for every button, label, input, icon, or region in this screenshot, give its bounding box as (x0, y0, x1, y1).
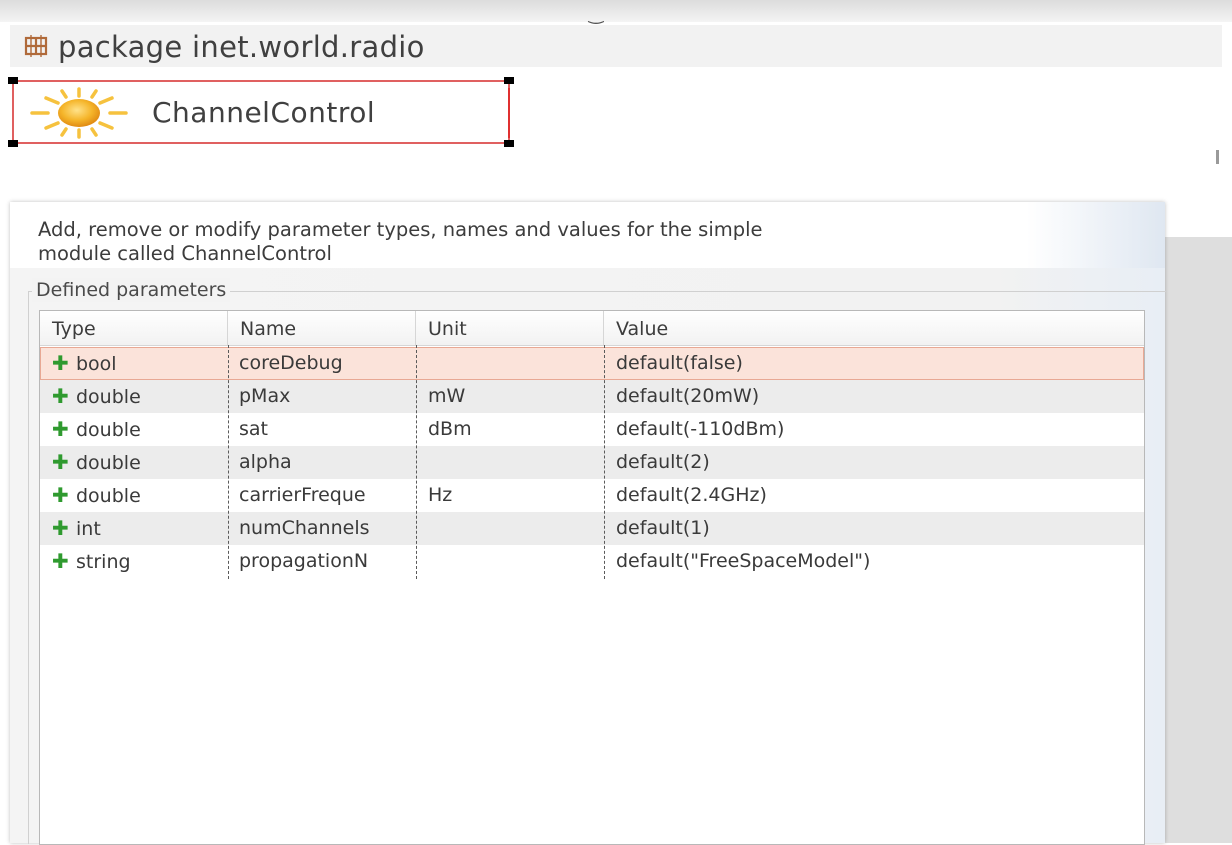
cell-value[interactable]: default(false) (604, 347, 1144, 380)
cell-unit[interactable] (416, 347, 604, 380)
cell-name[interactable]: pMax (228, 380, 416, 413)
cell-value[interactable]: default("FreeSpaceModel") (604, 545, 1144, 578)
cell-unit[interactable] (416, 545, 604, 578)
plus-icon: ✚ (52, 384, 69, 408)
cell-value[interactable]: default(-110dBm) (604, 413, 1144, 446)
cell-type[interactable]: ✚ double (40, 479, 228, 512)
parameters-dialog: Add, remove or modify parameter types, n… (10, 202, 1166, 845)
column-header-value[interactable]: Value (604, 311, 1144, 345)
top-band (0, 0, 1232, 22)
type-label: double (76, 485, 141, 507)
sun-icon (30, 87, 128, 139)
table-body: ✚ bool coreDebug default(false) ✚ double p… (40, 347, 1144, 578)
type-label: double (76, 419, 141, 441)
plus-icon: ✚ (52, 417, 69, 441)
cell-unit[interactable] (416, 446, 604, 479)
package-icon (24, 35, 48, 57)
plus-icon: ✚ (52, 450, 69, 474)
cell-type[interactable]: ✚ string (40, 545, 228, 578)
cell-unit[interactable]: mW (416, 380, 604, 413)
table-header: Type Name Unit Value (40, 311, 1144, 346)
cell-unit[interactable]: dBm (416, 413, 604, 446)
package-label: package inet.world.radio (58, 30, 425, 64)
cell-value[interactable]: default(20mW) (604, 380, 1144, 413)
plus-icon: ✚ (52, 483, 69, 507)
cell-type[interactable]: ✚ double (40, 413, 228, 446)
dialog-header: Add, remove or modify parameter types, n… (10, 202, 1165, 268)
column-header-type[interactable]: Type (40, 311, 228, 345)
resize-handle-bottom-left[interactable] (8, 140, 18, 147)
cell-value[interactable]: default(2) (604, 446, 1144, 479)
cell-name[interactable]: carrierFreque (228, 479, 416, 512)
resize-handle-top-right[interactable] (504, 77, 514, 84)
cell-name[interactable]: coreDebug (228, 347, 416, 380)
table-row[interactable]: ✚ int numChannels default(1) (40, 512, 1144, 545)
column-divider[interactable] (604, 345, 605, 579)
plus-icon: ✚ (52, 549, 69, 573)
table-row[interactable]: ✚ double sat dBm default(-110dBm) (40, 413, 1144, 446)
background-strip (1165, 237, 1232, 843)
resize-handle-top-left[interactable] (8, 77, 18, 84)
type-label: int (76, 518, 101, 540)
description-line-2: module called ChannelControl (38, 242, 332, 265)
resize-handle-bottom-right[interactable] (504, 140, 514, 147)
plus-icon: ✚ (52, 351, 69, 375)
plus-icon: ✚ (52, 516, 69, 540)
cell-value[interactable]: default(2.4GHz) (604, 479, 1144, 512)
cell-type[interactable]: ✚ double (40, 446, 228, 479)
collapse-arrow-icon[interactable]: ‿ (578, 6, 614, 24)
cell-name[interactable]: numChannels (228, 512, 416, 545)
cell-type[interactable]: ✚ bool (40, 347, 228, 380)
type-label: double (76, 386, 141, 408)
table-row[interactable]: ✚ bool coreDebug default(false) (40, 347, 1144, 380)
column-header-unit[interactable]: Unit (416, 311, 604, 345)
cell-name[interactable]: alpha (228, 446, 416, 479)
text-caret (508, 88, 510, 138)
scroll-marker (1216, 150, 1219, 164)
table-row[interactable]: ✚ double carrierFreque Hz default(2.4GHz) (40, 479, 1144, 512)
column-divider[interactable] (416, 345, 417, 579)
package-bar: package inet.world.radio (10, 25, 1222, 67)
dialog-description: Add, remove or modify parameter types, n… (38, 218, 1038, 266)
table-row[interactable]: ✚ double pMax mW default(20mW) (40, 380, 1144, 413)
table-row[interactable]: ✚ string propagationN default("FreeSpaceM… (40, 545, 1144, 578)
type-label: double (76, 452, 141, 474)
group-label: Defined parameters (32, 278, 231, 302)
module-selection-box[interactable]: ChannelControl (8, 77, 514, 147)
module-name[interactable]: ChannelControl (152, 90, 375, 136)
cell-unit[interactable]: Hz (416, 479, 604, 512)
description-line-1: Add, remove or modify parameter types, n… (38, 218, 763, 241)
column-divider[interactable] (228, 345, 229, 579)
type-label: string (76, 551, 131, 573)
table-row[interactable]: ✚ double alpha default(2) (40, 446, 1144, 479)
cell-value[interactable]: default(1) (604, 512, 1144, 545)
cell-name[interactable]: propagationN (228, 545, 416, 578)
cell-type[interactable]: ✚ int (40, 512, 228, 545)
type-label: bool (76, 353, 117, 375)
cell-unit[interactable] (416, 512, 604, 545)
cell-name[interactable]: sat (228, 413, 416, 446)
column-header-name[interactable]: Name (228, 311, 416, 345)
cell-type[interactable]: ✚ double (40, 380, 228, 413)
parameters-table[interactable]: Type Name Unit Value ✚ bool coreDebug def… (39, 310, 1145, 845)
